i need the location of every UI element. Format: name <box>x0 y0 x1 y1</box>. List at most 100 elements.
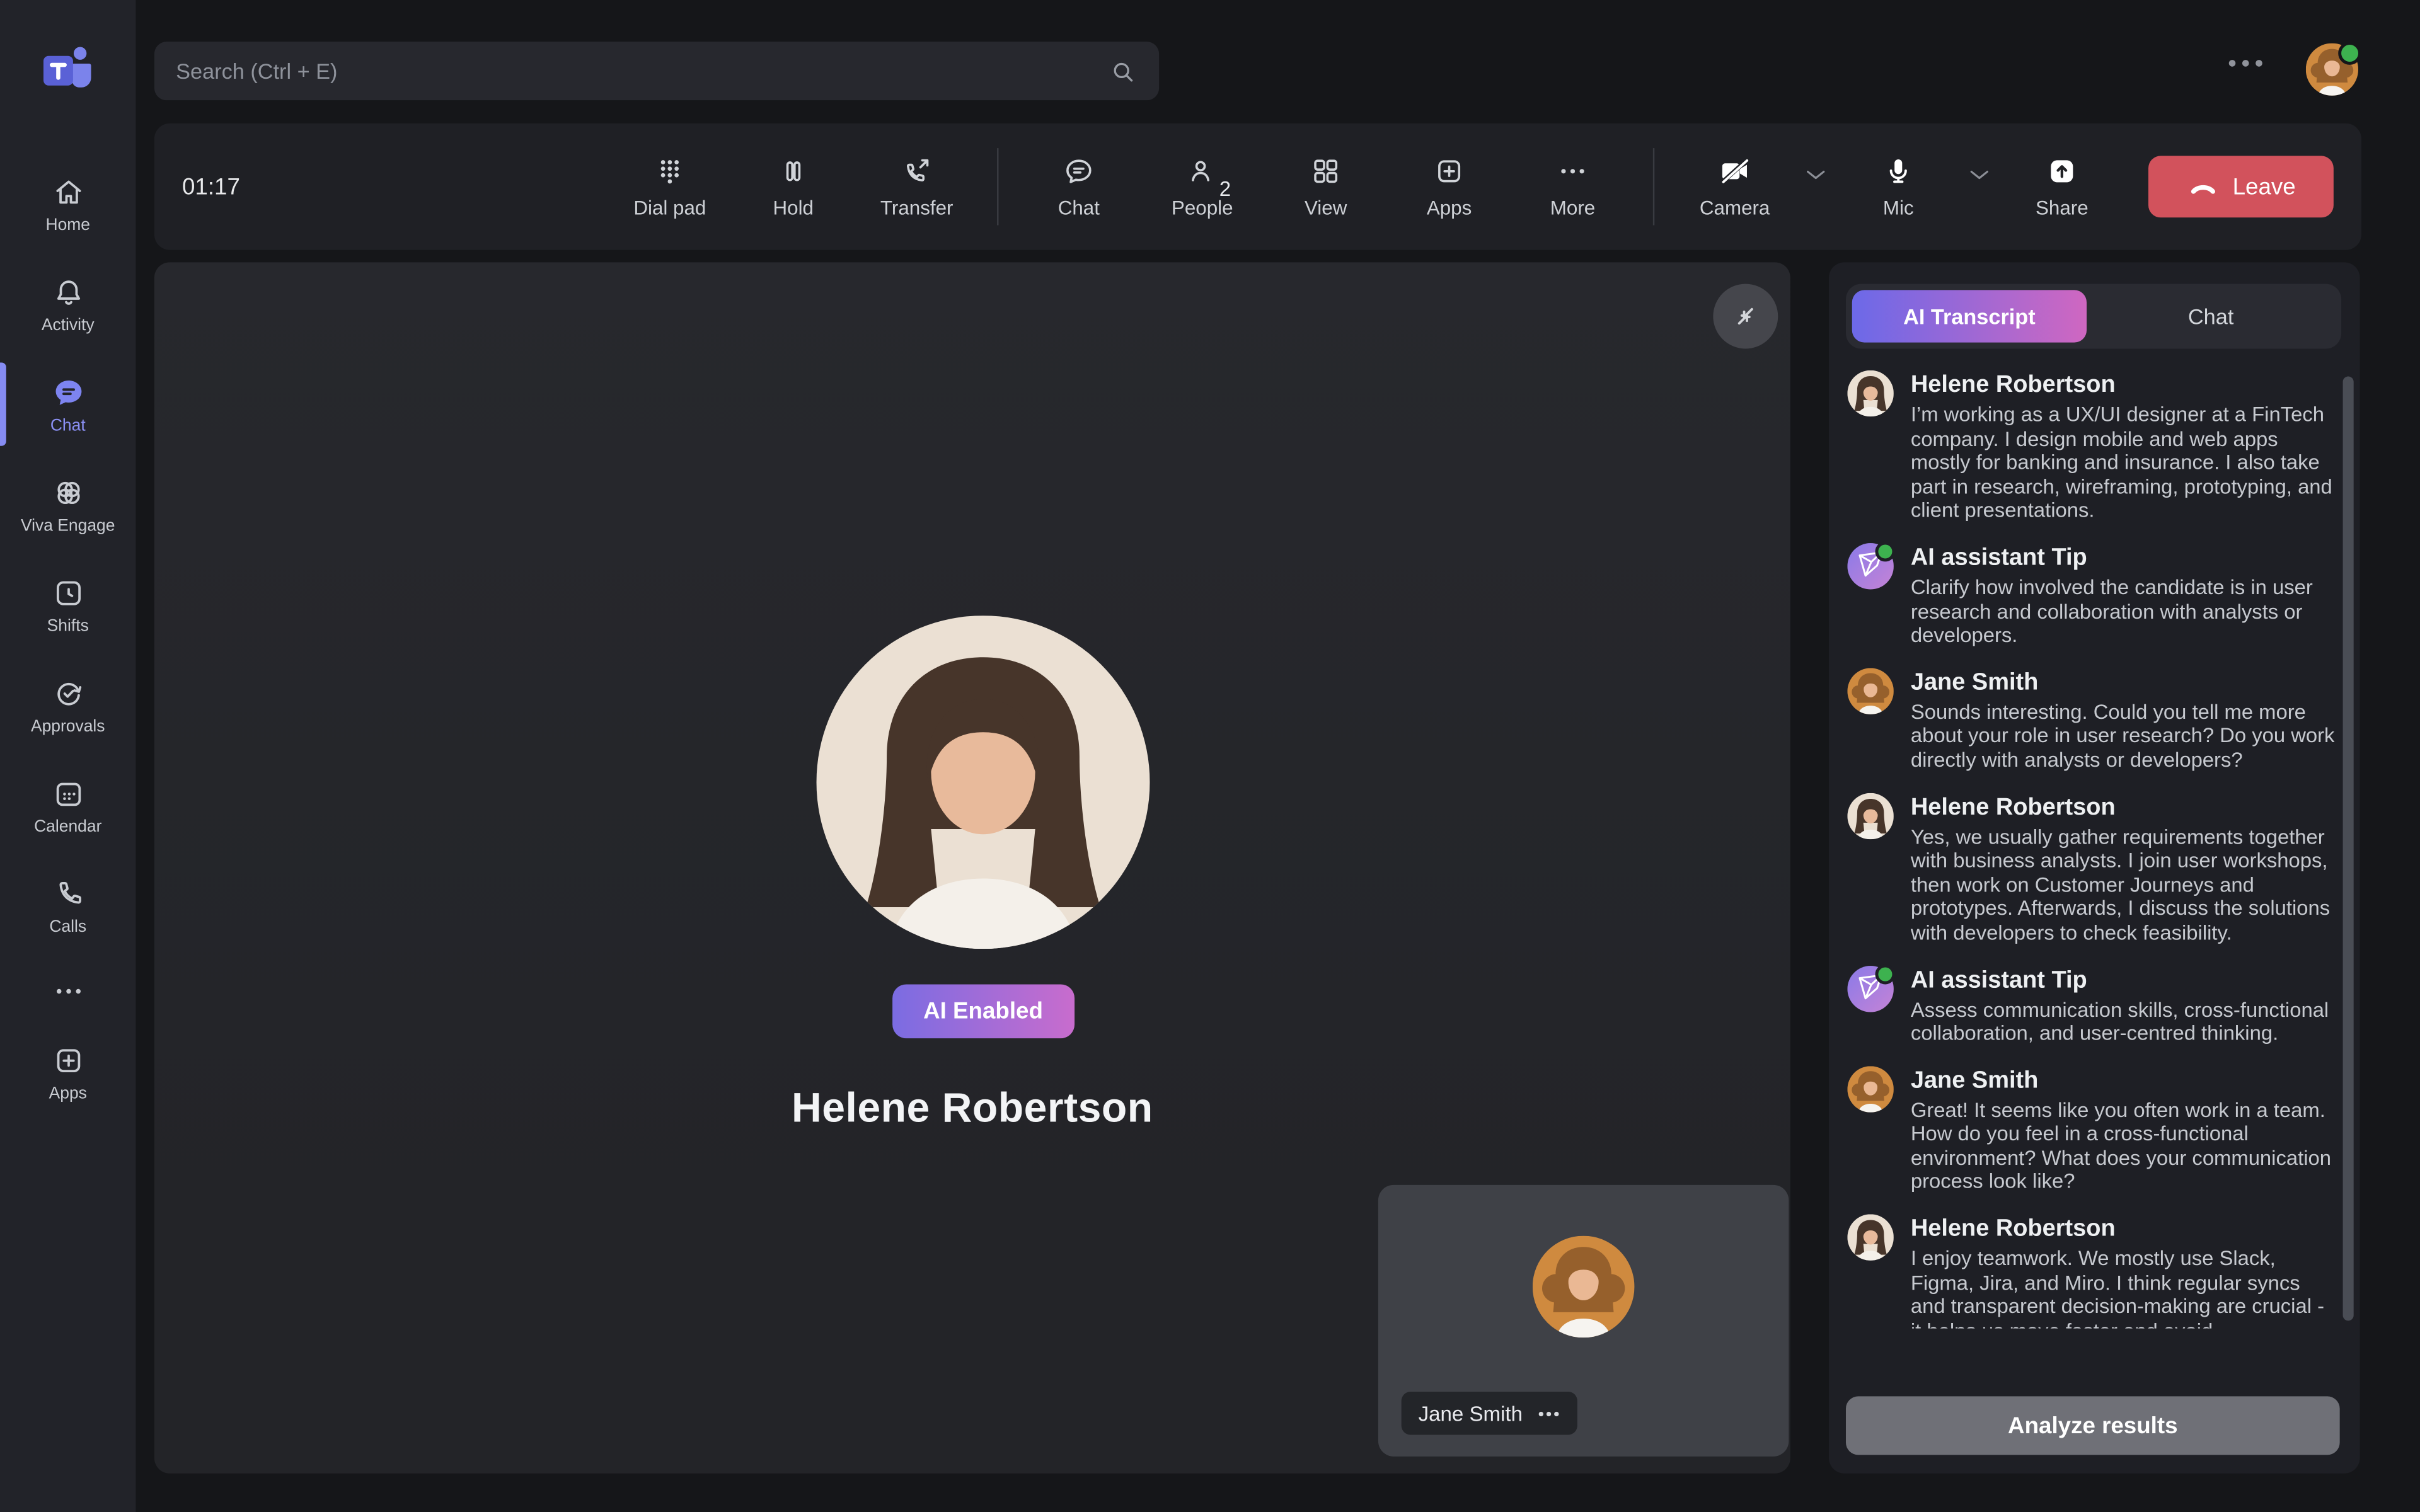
chatBubble-icon <box>1062 154 1096 188</box>
chevron-down-icon[interactable] <box>1957 159 2000 189</box>
minimize-icon <box>1729 299 1763 333</box>
toolbar-item-label: Transfer <box>880 196 954 219</box>
analyze-results-button[interactable]: Analyze results <box>1846 1396 2340 1455</box>
message-text: I’m working as a UX/UI designer at a Fin… <box>1911 403 2335 523</box>
toolbar-item-label: View <box>1305 196 1347 219</box>
bell-icon <box>50 275 86 310</box>
presence-dot <box>1876 963 1896 983</box>
top-bar: Search (Ctrl + E) <box>136 0 2420 123</box>
message-speaker: AI assistant Tip <box>1911 543 2335 573</box>
toolbar-items: Dial pad Hold Transfer Chat People2 View Apps M… <box>608 123 2124 250</box>
call-timer: 01:17 <box>182 174 352 200</box>
transcript-panel: AI Transcript Chat Helene Robertson I’m … <box>1829 262 2360 1473</box>
sidebar-item-calendar[interactable]: Calendar <box>0 764 136 847</box>
message-text: Great! It seems like you often work in a… <box>1911 1098 2335 1194</box>
toolbar-item-label: Hold <box>773 196 814 219</box>
toolbar-divider <box>997 148 998 225</box>
toolbar-item-label: More <box>1550 196 1595 219</box>
search-placeholder: Search (Ctrl + E) <box>176 59 1108 83</box>
sidebar-item-activity[interactable]: Activity <box>0 262 136 345</box>
share-button[interactable]: Share <box>2000 154 2124 219</box>
transfer-button[interactable]: Transfer <box>855 154 979 219</box>
dial-pad-button[interactable]: Dial pad <box>608 154 732 219</box>
view-button[interactable]: View <box>1264 154 1388 219</box>
message-body: Helene Robertson I’m working as a UX/UI … <box>1911 370 2335 523</box>
more-options-icon[interactable] <box>2225 52 2266 74</box>
camera-button[interactable]: Camera <box>1673 154 1797 219</box>
camera-icon <box>1718 154 1752 188</box>
sidebar-nav: Home Activity Chat Viva Engage Shifts Approva… <box>0 162 136 1131</box>
search-icon <box>1108 56 1138 86</box>
toolbar-item-label: Chat <box>1058 196 1100 219</box>
app-sidebar: Home Activity Chat Viva Engage Shifts Approva… <box>0 0 136 1512</box>
sidebar-item-label: Shifts <box>47 617 89 636</box>
pip-participant-name: Jane Smith <box>1419 1402 1523 1425</box>
user-avatar[interactable] <box>2306 43 2358 96</box>
sidebar-item-label: Viva Engage <box>21 517 115 535</box>
sidebar-item-calls[interactable]: Calls <box>0 864 136 947</box>
people-icon <box>1185 154 1219 188</box>
message-speaker: AI assistant Tip <box>1911 965 2335 995</box>
search-input[interactable]: Search (Ctrl + E) <box>154 42 1159 100</box>
message-speaker: Jane Smith <box>1911 668 2335 697</box>
hold-button[interactable]: Hold <box>732 154 855 219</box>
transcript-message: AI assistant Tip Clarify how involved th… <box>1847 543 2335 648</box>
more-button[interactable]: More <box>1511 154 1635 219</box>
message-avatar <box>1847 668 1893 714</box>
pip-more-icon[interactable] <box>1536 1402 1560 1425</box>
toolbar-item-label: Apps <box>1427 196 1472 219</box>
participant-avatar <box>817 616 1150 949</box>
message-text: Yes, we usually gather requirements toge… <box>1911 825 2335 945</box>
tab-ai-transcript[interactable]: AI Transcript <box>1852 290 2087 342</box>
message-body: Jane Smith Great! It seems like you ofte… <box>1911 1065 2335 1194</box>
chat-button[interactable]: Chat <box>1017 154 1141 219</box>
sidebar-item-approvals[interactable]: Approvals <box>0 663 136 747</box>
sidebar-item-chat[interactable]: Chat <box>0 363 136 446</box>
panel-tabs: AI Transcript Chat <box>1846 284 2341 349</box>
chevron-down-icon[interactable] <box>1794 159 1837 189</box>
people-count-badge: 2 <box>1219 178 1231 201</box>
message-text: Clarify how involved the candidate is in… <box>1911 575 2335 648</box>
transcript-message: Jane Smith Great! It seems like you ofte… <box>1847 1065 2335 1194</box>
message-avatar <box>1847 1215 1893 1261</box>
share-icon <box>2045 154 2079 188</box>
sidebar-item-viva-engage[interactable]: Viva Engage <box>0 463 136 546</box>
teams-logo-icon[interactable] <box>37 38 99 100</box>
message-avatar <box>1847 793 1893 839</box>
home-icon <box>50 175 86 210</box>
message-text: I enjoy teamwork. We mostly use Slack, F… <box>1911 1247 2335 1329</box>
hold-icon <box>776 154 810 188</box>
minimize-stage-button[interactable] <box>1713 284 1778 349</box>
mic-button[interactable]: Mic <box>1836 154 1960 219</box>
calls-icon <box>50 876 86 912</box>
more-icon <box>50 973 86 1009</box>
sidebar-item-shifts[interactable]: Shifts <box>0 563 136 646</box>
sidebar-item-more[interactable] <box>0 965 136 1019</box>
message-speaker: Helene Robertson <box>1911 793 2335 822</box>
sidebar-item-label: Calls <box>49 918 86 936</box>
transcript-scrollbar[interactable] <box>2343 377 2354 1321</box>
message-body: Helene Robertson Yes, we usually gather … <box>1911 793 2335 945</box>
appsPlus-icon <box>1432 154 1466 188</box>
sidebar-item-apps[interactable]: Apps <box>0 1031 136 1114</box>
sidebar-item-label: Calendar <box>34 818 101 836</box>
message-body: AI assistant Tip Clarify how involved th… <box>1911 543 2335 648</box>
dialpad-icon <box>653 154 687 188</box>
message-text: Assess communication skills, cross-funct… <box>1911 997 2335 1045</box>
approvals-icon <box>50 676 86 711</box>
message-avatar <box>1847 965 1893 1011</box>
pip-tile[interactable]: Jane Smith <box>1378 1185 1789 1457</box>
message-avatar <box>1847 1065 1893 1111</box>
tab-chat[interactable]: Chat <box>2087 304 2335 328</box>
leave-button[interactable]: Leave <box>2148 156 2334 217</box>
transfer-icon <box>900 154 934 188</box>
transcript-message: Jane Smith Sounds interesting. Could you… <box>1847 668 2335 772</box>
sidebar-item-label: Home <box>45 216 90 234</box>
sidebar-item-home[interactable]: Home <box>0 162 136 245</box>
participant-name: Helene Robertson <box>154 1085 1790 1133</box>
toolbar-item-label: Dial pad <box>633 196 706 219</box>
hang-up-icon <box>2186 171 2218 203</box>
toolbar-divider <box>1653 148 1654 225</box>
people-button[interactable]: People2 <box>1141 154 1264 219</box>
apps-button[interactable]: Apps <box>1388 154 1511 219</box>
